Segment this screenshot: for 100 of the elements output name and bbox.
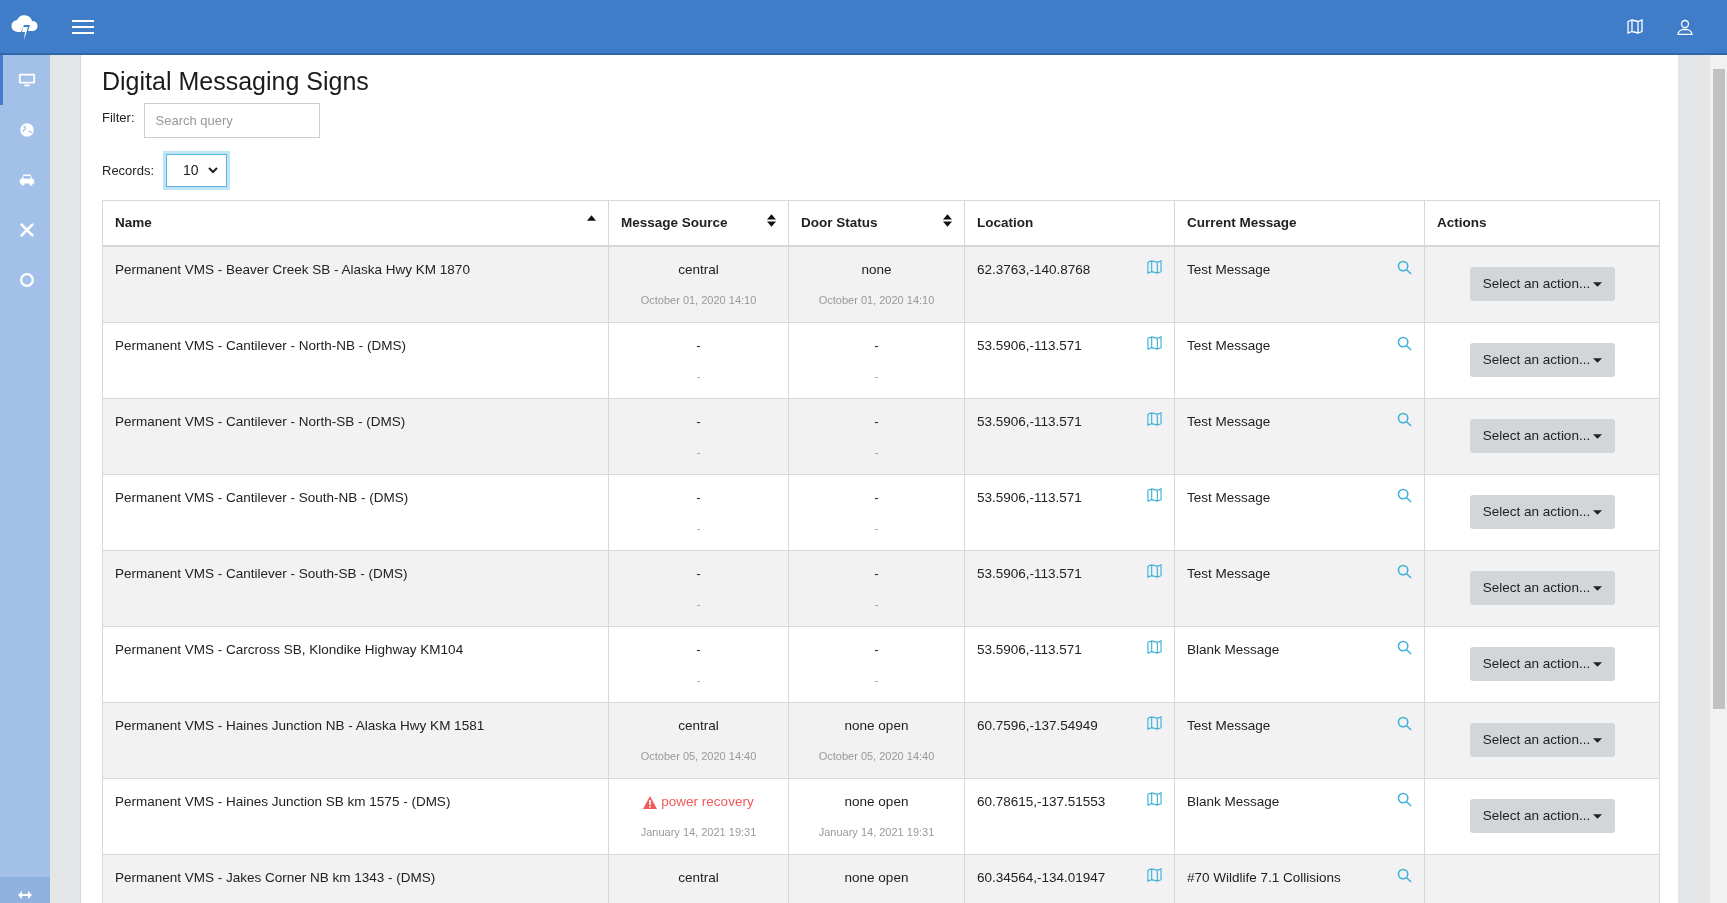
message-source: central xyxy=(678,261,719,279)
door-status: - xyxy=(874,565,879,583)
message-source: - xyxy=(696,641,701,659)
door-timestamp: - xyxy=(874,521,879,537)
table-row[interactable]: Permanent VMS - Haines Junction SB km 1575 - (DMS) power recovery January 14, 2021 19:31 none open January 14, 2021 19:31 60.78615,-137.51553 Blank Message Select an action... xyxy=(103,779,1659,855)
filter-label: Filter: xyxy=(102,108,135,127)
column-header[interactable]: Current Message xyxy=(1174,201,1424,245)
sign-name: Permanent VMS - Cantilever - South-NB - (DMS) xyxy=(115,490,409,505)
search-icon[interactable] xyxy=(1397,792,1412,807)
user-icon[interactable] xyxy=(1677,18,1693,35)
circle-icon xyxy=(17,271,36,289)
current-message: Test Message xyxy=(1187,413,1271,431)
map-icon[interactable] xyxy=(1147,412,1162,426)
caret-icon xyxy=(1593,357,1603,363)
message-source: power recovery xyxy=(643,792,754,813)
action-dropdown-button[interactable]: Select an action... xyxy=(1469,723,1616,757)
search-icon[interactable] xyxy=(1397,640,1412,655)
door-status: none open xyxy=(844,793,909,811)
source-timestamp: October 01, 2020 14:10 xyxy=(640,293,757,309)
location-coordinates: 53.5906,-113.571 xyxy=(977,337,1082,355)
map-icon[interactable] xyxy=(1147,488,1162,502)
map-icon[interactable] xyxy=(1147,868,1162,882)
search-field[interactable]: Search query xyxy=(143,103,320,138)
map-icon[interactable] xyxy=(1147,640,1162,654)
sign-name: Permanent VMS - Beaver Creek SB - Alaska Hwy KM 1870 xyxy=(115,262,470,277)
table-row[interactable]: Permanent VMS - Beaver Creek SB - Alaska Hwy KM 1870 central October 01, 2020 14:10 none October 01, 2020 14:10 62.3763,-140.8768 Test Message Select an action... xyxy=(103,247,1659,323)
column-header[interactable]: Location xyxy=(964,201,1174,245)
door-status: none open xyxy=(844,717,909,735)
column-header[interactable]: Actions xyxy=(1424,201,1660,245)
scrollbar[interactable] xyxy=(1710,55,1727,903)
sign-name: Permanent VMS - Cantilever - North-NB - (DMS) xyxy=(115,338,407,353)
door-status: none open xyxy=(844,869,909,887)
warning-icon xyxy=(643,795,658,809)
search-icon[interactable] xyxy=(1397,564,1412,579)
sign-name: Permanent VMS - Haines Junction NB - Alaska Hwy KM 1581 xyxy=(115,718,485,733)
source-timestamp: - xyxy=(696,597,701,613)
location-coordinates: 53.5906,-113.571 xyxy=(977,565,1082,583)
location-coordinates: 60.78615,-137.51553 xyxy=(977,793,1106,811)
source-timestamp: October 05, 2020 14:40 xyxy=(640,749,757,765)
action-dropdown-button[interactable]: Select an action... xyxy=(1469,267,1616,301)
action-dropdown-button[interactable]: Select an action... xyxy=(1469,495,1616,529)
table-row[interactable]: Permanent VMS - Jakes Corner NB km 1343 - (DMS) central none open 60.34564,-134.01947 #70 Wildlife 7.1 Collisions xyxy=(103,855,1659,903)
search-icon[interactable] xyxy=(1397,260,1412,275)
current-message: Test Message xyxy=(1187,337,1271,355)
map-icon[interactable] xyxy=(1147,336,1162,350)
door-status: - xyxy=(874,641,879,659)
action-dropdown-button[interactable]: Select an action... xyxy=(1469,343,1616,377)
sort-icon[interactable] xyxy=(767,213,776,227)
search-icon[interactable] xyxy=(1397,412,1412,427)
map-icon[interactable] xyxy=(1147,716,1162,730)
sign-name: Permanent VMS - Carcross SB, Klondike Highway KM104 xyxy=(115,642,464,657)
message-source: central xyxy=(678,869,719,887)
door-timestamp: October 05, 2020 14:40 xyxy=(818,749,935,765)
current-message: Test Message xyxy=(1187,261,1271,279)
map-icon[interactable] xyxy=(1147,792,1162,806)
action-dropdown-button[interactable]: Select an action... xyxy=(1469,647,1616,681)
location-coordinates: 60.7596,-137.54949 xyxy=(977,717,1098,735)
sign-name: Permanent VMS - Cantilever - North-SB - (DMS) xyxy=(115,414,406,429)
action-dropdown-button[interactable]: Select an action... xyxy=(1469,571,1616,605)
message-source: - xyxy=(696,337,701,355)
monitor-icon xyxy=(17,71,36,89)
sign-name: Permanent VMS - Haines Junction SB km 1575 - (DMS) xyxy=(115,794,451,809)
table-row[interactable]: Permanent VMS - Cantilever - North-SB - (DMS) - - - - 53.5906,-113.571 Test Message Select an action... xyxy=(103,399,1659,475)
location-coordinates: 53.5906,-113.571 xyxy=(977,489,1082,507)
horizontal-arrows-icon xyxy=(18,891,32,899)
search-icon[interactable] xyxy=(1397,716,1412,731)
door-status: - xyxy=(874,413,879,431)
search-icon[interactable] xyxy=(1397,488,1412,503)
records-label: Records: xyxy=(102,161,155,180)
door-timestamp: - xyxy=(874,369,879,385)
column-header[interactable]: Name xyxy=(103,201,608,245)
map-icon[interactable] xyxy=(1147,564,1162,578)
caret-icon xyxy=(1593,737,1603,743)
source-timestamp: - xyxy=(696,445,701,461)
caret-icon xyxy=(1593,585,1603,591)
location-coordinates: 53.5906,-113.571 xyxy=(977,413,1082,431)
column-header[interactable]: Message Source xyxy=(608,201,788,245)
door-status: none xyxy=(861,261,892,279)
column-header[interactable]: Door Status xyxy=(788,201,964,245)
current-message: #70 Wildlife 7.1 Collisions xyxy=(1187,869,1341,887)
current-message: Test Message xyxy=(1187,489,1271,507)
search-icon[interactable] xyxy=(1397,868,1412,883)
map-icon[interactable] xyxy=(1147,260,1162,274)
action-dropdown-button[interactable]: Select an action... xyxy=(1469,419,1616,453)
table-row[interactable]: Permanent VMS - Cantilever - South-SB - (DMS) - - - - 53.5906,-113.571 Test Message Select an action... xyxy=(103,551,1659,627)
action-dropdown-button[interactable]: Select an action... xyxy=(1469,799,1616,833)
caret-icon xyxy=(1593,509,1603,515)
caret-icon xyxy=(1593,433,1603,439)
sort-icon[interactable] xyxy=(943,213,952,227)
door-timestamp: October 01, 2020 14:10 xyxy=(818,293,935,309)
current-message: Blank Message xyxy=(1187,793,1280,811)
sort-ascending-icon[interactable] xyxy=(587,215,596,221)
message-source: central xyxy=(678,717,719,735)
table-row[interactable]: Permanent VMS - Carcross SB, Klondike Highway KM104 - - - - 53.5906,-113.571 Blank Message Select an action... xyxy=(103,627,1659,703)
table-row[interactable]: Permanent VMS - Haines Junction NB - Alaska Hwy KM 1581 central October 05, 2020 14:40 none open October 05, 2020 14:40 60.7596,-137.54949 Test Message Select an action... xyxy=(103,703,1659,779)
search-icon[interactable] xyxy=(1397,336,1412,351)
table-row[interactable]: Permanent VMS - Cantilever - South-NB - (DMS) - - - - 53.5906,-113.571 Test Message Select an action... xyxy=(103,475,1659,551)
table-row[interactable]: Permanent VMS - Cantilever - North-NB - (DMS) - - - - 53.5906,-113.571 Test Message Select an action... xyxy=(103,323,1659,399)
sign-name: Permanent VMS - Jakes Corner NB km 1343 - (DMS) xyxy=(115,870,436,885)
records-select[interactable]: 10 xyxy=(163,151,231,190)
